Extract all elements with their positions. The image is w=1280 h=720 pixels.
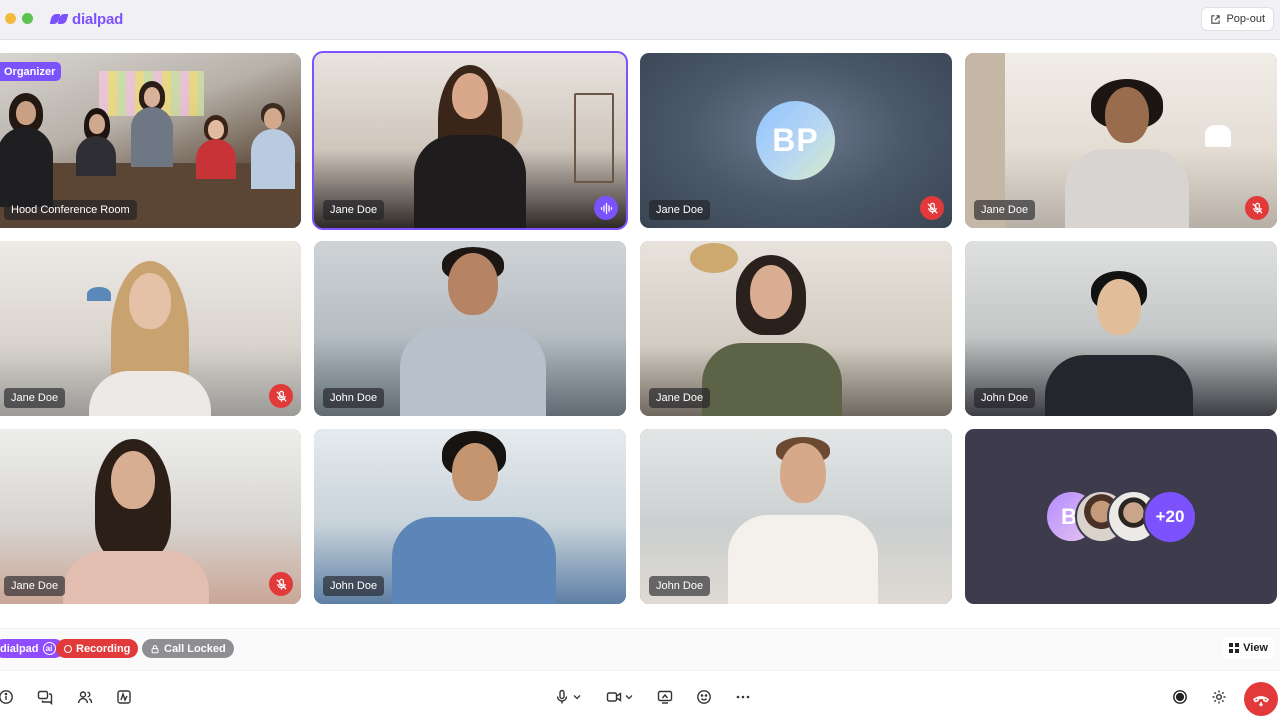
recording-label: Recording [76, 642, 131, 655]
microphone-button[interactable] [547, 684, 587, 710]
muted-indicator [269, 384, 293, 408]
hang-up-button[interactable] [1244, 682, 1278, 716]
chevron-down-icon [573, 695, 580, 700]
muted-indicator [269, 572, 293, 596]
participant-name: John Doe [649, 576, 711, 596]
more-participants-tile[interactable]: B +20 [965, 429, 1277, 604]
ai-icon: ai [42, 642, 56, 655]
video-tile[interactable]: Jane Doe [0, 241, 301, 416]
info-button[interactable] [0, 684, 19, 710]
video-tile[interactable]: John Doe [314, 429, 626, 604]
call-locked-label: Call Locked [164, 642, 226, 655]
participant-name: John Doe [323, 576, 385, 596]
camera-button[interactable] [599, 684, 639, 710]
mic-off-icon [1251, 202, 1263, 214]
info-icon [0, 690, 13, 704]
chat-button[interactable] [32, 684, 58, 710]
more-icon [736, 695, 750, 699]
video-tile[interactable]: Jane Doe [640, 241, 952, 416]
view-button[interactable]: View [1223, 637, 1274, 659]
notes-icon [117, 690, 131, 704]
notes-button[interactable] [111, 684, 137, 710]
video-tile-camera-off[interactable]: BP Jane Doe [640, 53, 952, 228]
participant-name: Jane Doe [649, 388, 711, 408]
video-tile[interactable]: Jane Doe [965, 53, 1277, 228]
chat-icon [37, 690, 53, 705]
participant-name: Hood Conference Room [4, 200, 137, 220]
dialpad-ai-badge[interactable]: dialpad ai [0, 639, 64, 658]
share-screen-button[interactable] [652, 684, 678, 710]
participant-name: Jane Doe [323, 200, 385, 220]
participant-name: Jane Doe [649, 200, 711, 220]
chevron-down-icon [625, 695, 632, 700]
reactions-button[interactable] [691, 684, 717, 710]
gear-icon [1212, 690, 1226, 704]
settings-button[interactable] [1206, 684, 1232, 710]
more-participants-count: +20 [1143, 490, 1197, 544]
participant-initials-avatar: BP [756, 101, 835, 180]
participants-button[interactable] [72, 684, 98, 710]
dialpad-logo-icon [49, 12, 69, 26]
video-tile[interactable]: John Doe [314, 241, 626, 416]
recording-badge[interactable]: Recording [56, 639, 139, 658]
video-tile-active-speaker[interactable]: Jane Doe [312, 51, 628, 230]
share-screen-icon [657, 690, 673, 704]
lock-icon [151, 644, 159, 653]
video-tile[interactable]: John Doe [640, 429, 952, 604]
call-toolbar [0, 670, 1280, 720]
mic-off-icon [926, 202, 938, 214]
participants-icon [77, 691, 93, 704]
view-label: View [1243, 642, 1268, 654]
recording-dot-icon [64, 644, 72, 653]
mic-off-icon [275, 390, 287, 402]
video-tile[interactable]: Jane Doe [0, 429, 301, 604]
window-maximize-button[interactable] [22, 13, 33, 24]
microphone-icon [556, 689, 567, 704]
call-locked-badge[interactable]: Call Locked [142, 639, 234, 658]
muted-indicator [920, 196, 944, 220]
camera-icon [606, 692, 621, 702]
video-tile[interactable]: John Doe [965, 241, 1277, 416]
participant-name: Jane Doe [4, 576, 66, 596]
more-options-button[interactable] [730, 684, 756, 710]
mic-off-icon [275, 578, 287, 590]
window-minimize-button[interactable] [5, 13, 16, 24]
muted-indicator [1245, 196, 1269, 220]
external-link-icon [1211, 14, 1221, 24]
speaking-indicator [594, 196, 618, 220]
emoji-icon [697, 690, 711, 704]
call-status-bar: dialpad ai Recording Call Locked View [0, 628, 1280, 670]
brand-name: dialpad [72, 10, 124, 28]
participant-name: John Doe [974, 388, 1036, 408]
pop-out-label: Pop-out [1226, 13, 1265, 25]
pop-out-button[interactable]: Pop-out [1201, 7, 1274, 31]
hang-up-icon [1252, 696, 1270, 707]
audio-wave-icon [600, 202, 612, 214]
participant-name: Jane Doe [4, 388, 66, 408]
participant-name: Jane Doe [974, 200, 1036, 220]
video-tile-conference-room[interactable]: Organizer Hood Conference Room [0, 53, 301, 228]
participant-name: John Doe [323, 388, 385, 408]
video-grid: Organizer Hood Conference Room Jane Doe … [0, 51, 1280, 605]
dialpad-logo: dialpad [49, 9, 124, 29]
ai-label: dialpad [0, 642, 39, 655]
record-button[interactable] [1167, 684, 1193, 710]
participant-avatar-stack: B +20 [1045, 490, 1205, 544]
record-icon [1173, 690, 1187, 704]
grid-view-icon [1229, 643, 1240, 653]
title-bar: dialpad Pop-out [0, 0, 1280, 40]
organizer-badge: Organizer [0, 62, 62, 81]
